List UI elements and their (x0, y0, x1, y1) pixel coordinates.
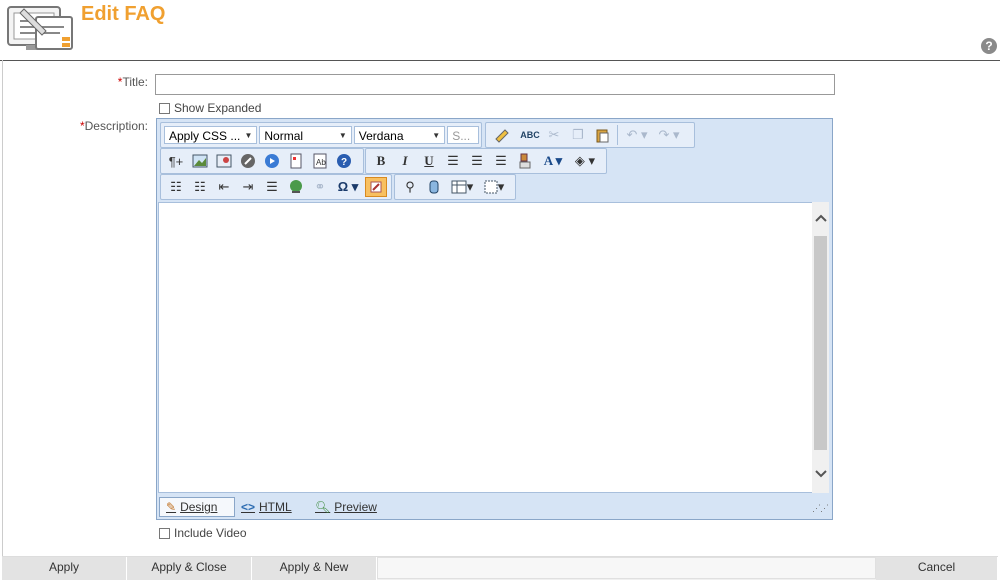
cut-icon[interactable]: ✂ (543, 125, 565, 145)
font-size-dropdown[interactable]: S... (447, 126, 479, 144)
image-map-icon[interactable] (213, 151, 235, 171)
find-icon[interactable]: ⚲ (399, 177, 421, 197)
font-color-icon[interactable]: A ▾ (538, 151, 568, 171)
help-icon[interactable]: ? (981, 38, 997, 54)
title-label-text: Title: (122, 75, 148, 89)
format-painter-icon[interactable] (514, 151, 536, 171)
title-input[interactable] (155, 74, 835, 95)
chevron-down-icon: ▼ (338, 131, 347, 140)
outdent-icon[interactable]: ⇤ (213, 177, 235, 197)
underline-icon[interactable]: U (418, 151, 440, 171)
template-icon[interactable]: Ab (309, 151, 331, 171)
toolbar-clipboard: ABC ✂ ❐ ↶ ▾ ↷ ▾ (485, 122, 695, 148)
include-video-label: Include Video (174, 526, 247, 540)
spellcheck-icon[interactable] (423, 177, 445, 197)
apply-new-button[interactable]: Apply & New (252, 557, 377, 580)
font-name-value: Verdana (358, 129, 404, 143)
track-changes-icon[interactable] (365, 177, 387, 197)
page-header: Edit FAQ ? (0, 0, 1000, 61)
pencil-icon: ✎ (166, 500, 177, 514)
editor-scrollbar[interactable] (812, 202, 829, 493)
include-video-checkbox[interactable] (159, 527, 170, 539)
toolbar-tools: ⚲ ▾ ▾ (394, 174, 516, 200)
paragraph-icon[interactable]: ¶+ (165, 151, 187, 171)
paste-icon[interactable] (591, 125, 613, 145)
toolbar-separator (617, 125, 618, 145)
italic-icon[interactable]: I (394, 151, 416, 171)
editor-mode-bar: ✎ Design <> HTML 🔍︎ Preview ⋰⋰ (157, 495, 832, 519)
remove-link-icon[interactable]: ⚭ (309, 177, 331, 197)
apply-close-button[interactable]: Apply & Close (127, 557, 252, 580)
action-bar: Apply Apply & Close Apply & New Cancel (2, 556, 998, 580)
tab-design[interactable]: ✎ Design (159, 497, 235, 517)
toolbar-paragraph: ☷ ☷ ⇤ ⇥ ☰ ⚭ Ω ▾ (160, 174, 392, 200)
svg-text:Ab: Ab (316, 158, 326, 167)
magnifier-icon: 🔍︎ (315, 500, 331, 514)
description-label-text: Description: (84, 119, 148, 133)
css-class-dropdown[interactable]: Apply CSS ... ▼ (164, 126, 258, 144)
apply-button[interactable]: Apply (2, 557, 127, 580)
flash-icon[interactable] (237, 151, 259, 171)
spellcheck-icon[interactable]: ABC (519, 125, 541, 145)
show-expanded-row[interactable]: Show Expanded (159, 101, 261, 115)
show-expanded-checkbox[interactable] (159, 102, 170, 114)
scroll-up-icon[interactable] (812, 208, 829, 228)
scroll-down-icon[interactable] (812, 464, 829, 484)
tab-html[interactable]: <> HTML (241, 497, 292, 517)
chevron-down-icon: ▼ (432, 131, 441, 140)
css-class-value: Apply CSS ... (169, 129, 241, 143)
justify-icon[interactable]: ☰ (261, 177, 283, 197)
copy-icon[interactable]: ❐ (567, 125, 589, 145)
media-icon[interactable] (261, 151, 283, 171)
table-icon[interactable]: ▾ (447, 177, 477, 197)
include-video-row[interactable]: Include Video (159, 526, 247, 540)
svg-text:?: ? (341, 157, 347, 168)
document-icon[interactable] (285, 151, 307, 171)
toolbar-insert: ¶+ Ab ? (160, 148, 364, 174)
module-icon[interactable]: ▾ (479, 177, 509, 197)
code-icon: <> (241, 500, 256, 514)
tab-preview[interactable]: 🔍︎ Preview (315, 497, 377, 517)
undo-icon[interactable]: ↶ ▾ (622, 125, 652, 145)
tab-preview-label: Preview (334, 500, 377, 514)
title-label: *Title: (60, 75, 148, 89)
ordered-list-icon[interactable]: ☷ (165, 177, 187, 197)
unordered-list-icon[interactable]: ☷ (189, 177, 211, 197)
indent-icon[interactable]: ⇥ (237, 177, 259, 197)
paragraph-style-value: Normal (264, 129, 304, 143)
redo-icon[interactable]: ↷ ▾ (654, 125, 684, 145)
format-stripper-icon[interactable] (487, 125, 517, 145)
tab-design-label: Design (180, 500, 218, 514)
bold-icon[interactable]: B (370, 151, 392, 171)
paragraph-style-dropdown[interactable]: Normal ▼ (259, 126, 352, 144)
align-left-icon[interactable]: ☰ (442, 151, 464, 171)
chevron-down-icon: ▼ (244, 131, 253, 140)
align-center-icon[interactable]: ☰ (466, 151, 488, 171)
font-size-value: S... (452, 129, 471, 143)
toolbar-dropdowns: Apply CSS ... ▼ Normal ▼ Verdana ▼ S... (160, 122, 482, 148)
editor-content-area[interactable] (158, 202, 813, 493)
align-right-icon[interactable]: ☰ (490, 151, 512, 171)
description-label: *Description: (60, 119, 148, 133)
page-title: Edit FAQ (81, 3, 166, 25)
image-icon[interactable] (189, 151, 211, 171)
cancel-button[interactable]: Cancel (876, 557, 998, 580)
action-bar-spacer (377, 557, 876, 579)
hyperlink-icon[interactable] (285, 177, 307, 197)
toolbar-format: B I U ☰ ☰ ☰ A ▾ ◈ ▾ (365, 148, 607, 174)
scrollbar-thumb[interactable] (814, 236, 827, 450)
resize-grip-icon[interactable]: ⋰⋰ (812, 503, 829, 514)
font-name-dropdown[interactable]: Verdana ▼ (353, 126, 446, 144)
show-expanded-label: Show Expanded (174, 101, 262, 115)
rich-text-editor: Apply CSS ... ▼ Normal ▼ Verdana ▼ S... ABC… (156, 118, 833, 520)
frame-border (2, 60, 3, 556)
background-color-icon[interactable]: ◈ ▾ (570, 151, 600, 171)
tab-html-label: HTML (259, 500, 292, 514)
symbol-icon[interactable]: Ω ▾ (333, 177, 363, 197)
help-icon[interactable]: ? (333, 151, 355, 171)
app-icon (6, 3, 76, 53)
